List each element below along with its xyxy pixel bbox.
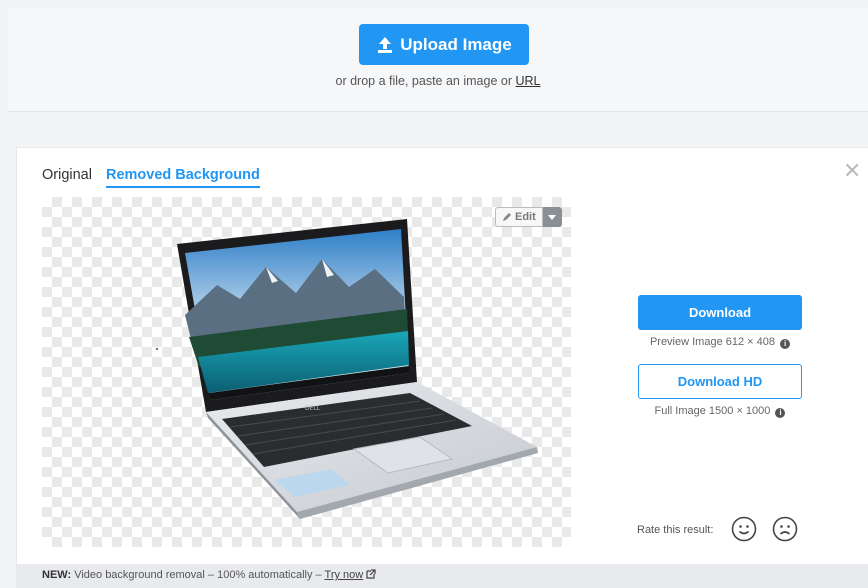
full-size-info: Full Image 1500 × 1000 i [617, 405, 823, 418]
info-icon[interactable]: i [775, 408, 786, 418]
try-now-link[interactable]: Try now [325, 569, 364, 581]
drop-hint-text: or drop a file, paste an image or [335, 74, 513, 88]
tab-original[interactable]: Original [42, 167, 92, 188]
download-hd-button[interactable]: Download HD [638, 364, 802, 399]
close-icon[interactable]: ✕ [843, 160, 861, 182]
frown-icon[interactable] [772, 516, 798, 542]
edit-menu-toggle[interactable] [542, 207, 562, 227]
image-preview: DELL Edit [42, 197, 571, 547]
result-tabs: Original Removed Background [42, 167, 260, 188]
edit-label: Edit [515, 211, 536, 223]
rate-label: Rate this result: [637, 524, 714, 536]
news-banner: NEW: Video background removal – 100% aut… [16, 564, 868, 588]
upload-icon [378, 36, 393, 53]
smile-icon[interactable] [731, 516, 757, 542]
laptop-image: DELL [155, 219, 538, 519]
external-link-icon[interactable] [366, 569, 376, 579]
upload-button-label: Upload Image [400, 34, 512, 54]
caret-down-icon [548, 214, 557, 220]
download-button[interactable]: Download [638, 295, 802, 330]
tab-removed-background[interactable]: Removed Background [105, 167, 260, 188]
pencil-icon [503, 213, 511, 221]
upload-image-button[interactable]: Upload Image [359, 24, 529, 65]
result-card: Original Removed Background ✕ DELL Edit … [16, 147, 868, 577]
drop-hint: or drop a file, paste an image or URL [8, 74, 868, 88]
new-badge: NEW: [42, 569, 72, 581]
news-text: Video background removal – 100% automati… [74, 569, 322, 581]
url-link[interactable]: URL [515, 74, 540, 88]
full-size-text: Full Image 1500 × 1000 [654, 405, 771, 417]
svg-text:DELL: DELL [305, 405, 321, 412]
preview-size-info: Preview Image 612 × 408 i [617, 336, 823, 349]
info-icon[interactable]: i [780, 339, 791, 349]
preview-size-text: Preview Image 612 × 408 [649, 336, 775, 348]
upload-area[interactable]: Upload Image or drop a file, paste an im… [8, 8, 868, 112]
edit-dropdown: Edit [495, 207, 562, 227]
edit-button[interactable]: Edit [495, 207, 543, 227]
